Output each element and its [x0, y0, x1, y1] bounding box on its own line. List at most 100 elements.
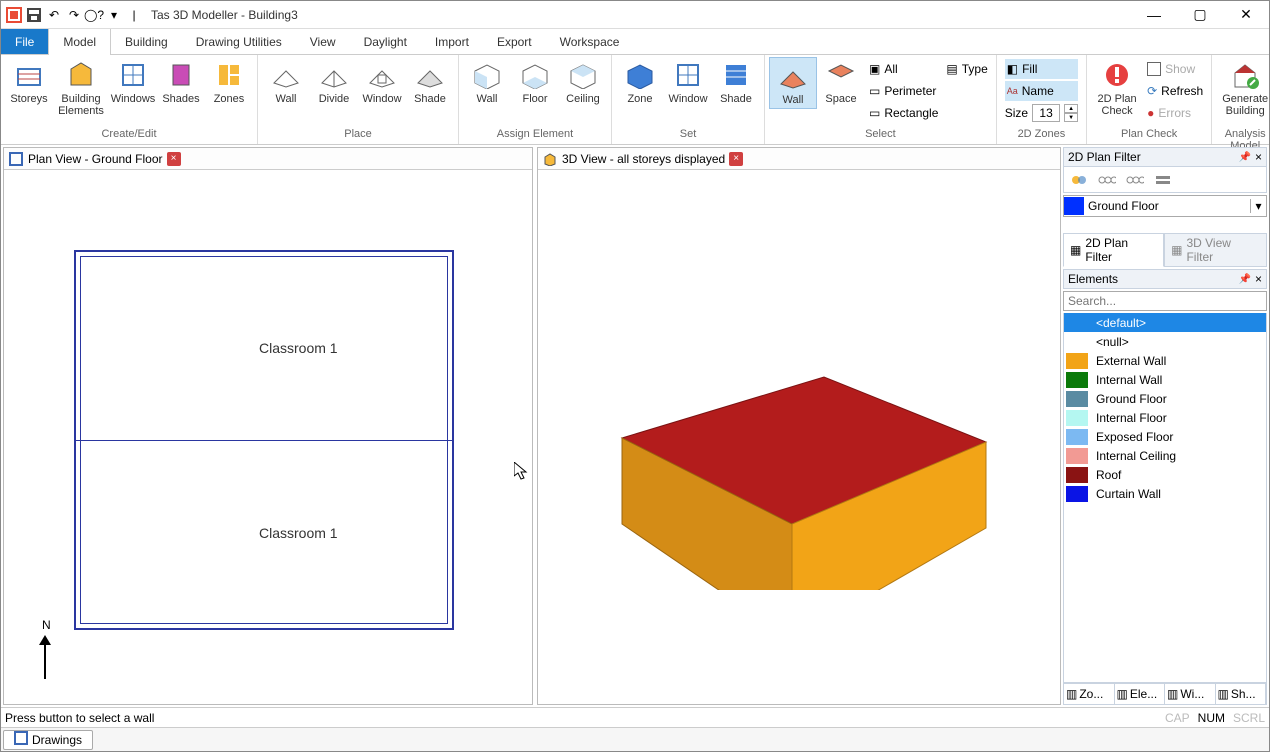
select-rectangle-button[interactable]: ▭Rectangle [869, 103, 938, 123]
floor-selector[interactable]: ▾ [1063, 195, 1267, 217]
tab-workspace[interactable]: Workspace [546, 29, 634, 54]
qat-dropdown-icon[interactable]: ▾ [105, 6, 123, 24]
fill-toggle[interactable]: ◧Fill [1005, 59, 1078, 79]
element-name: Internal Floor [1092, 411, 1167, 425]
mouse-cursor-icon [514, 462, 528, 480]
element-row[interactable]: Ground Floor [1064, 389, 1266, 408]
select-type-button[interactable]: ▤Type [946, 59, 987, 79]
tab-drawing-utilities[interactable]: Drawing Utilities [182, 29, 296, 54]
select-perimeter-button[interactable]: ▭Perimeter [869, 81, 938, 101]
mini-tab-zo[interactable]: ▥Zo... [1064, 684, 1115, 704]
all-icon: ▣ [869, 62, 880, 76]
plan-filter-close-button[interactable]: × [1255, 150, 1262, 164]
place-divide-button[interactable]: Divide [310, 57, 358, 107]
help-icon[interactable]: ◯? [85, 6, 103, 24]
mini-tab-wi[interactable]: ▥Wi... [1165, 684, 1216, 704]
element-name: Roof [1092, 468, 1121, 482]
tab-daylight[interactable]: Daylight [350, 29, 421, 54]
north-arrow-icon [39, 635, 51, 679]
place-window-button[interactable]: Window [358, 57, 406, 107]
tab-2d-plan-filter[interactable]: ▦ 2D Plan Filter [1063, 233, 1164, 267]
element-row[interactable]: Internal Ceiling [1064, 446, 1266, 465]
chevron-down-icon[interactable]: ▾ [1250, 199, 1266, 213]
select-space-button[interactable]: Space [817, 57, 865, 107]
element-row[interactable]: <null> [1064, 332, 1266, 351]
element-name: Internal Wall [1092, 373, 1162, 387]
perimeter-icon: ▭ [869, 84, 880, 98]
maximize-button[interactable]: ▢ [1177, 1, 1223, 29]
assign-ceiling-button[interactable]: Ceiling [559, 57, 607, 107]
close-button[interactable]: ✕ [1223, 1, 1269, 29]
refresh-button[interactable]: ⟳Refresh [1147, 81, 1203, 101]
tab-view[interactable]: View [296, 29, 350, 54]
select-wall-button[interactable]: Wall [769, 57, 817, 109]
errors-icon: ● [1147, 106, 1154, 120]
elements-pin-icon[interactable]: 📌 [1239, 274, 1251, 285]
minimize-button[interactable]: — [1131, 1, 1177, 29]
tab-3d-view-filter[interactable]: ▦ 3D View Filter [1164, 233, 1267, 267]
element-name: Ground Floor [1092, 392, 1167, 406]
elements-search-input[interactable] [1063, 291, 1267, 311]
generate-icon [1229, 59, 1261, 91]
name-icon: Aa [1007, 86, 1018, 96]
windows-button[interactable]: Windows [109, 57, 157, 107]
mini-tab-sh[interactable]: ▥Sh... [1216, 684, 1267, 704]
element-row[interactable]: <default> [1064, 313, 1266, 332]
tab-building[interactable]: Building [111, 29, 182, 54]
drawings-tab[interactable]: Drawings [3, 730, 93, 750]
elements-close-button[interactable]: × [1255, 272, 1262, 286]
plan-canvas[interactable]: Classroom 1 Classroom 1 N [4, 170, 532, 704]
storeys-button[interactable]: Storeys [5, 57, 53, 107]
redo-icon[interactable]: ↷ [65, 6, 83, 24]
filter-tool-3[interactable] [1124, 170, 1146, 190]
building-elements-button[interactable]: Building Elements [53, 57, 109, 119]
tab-import[interactable]: Import [421, 29, 483, 54]
show-toggle[interactable]: Show [1147, 59, 1203, 79]
element-row[interactable]: Curtain Wall [1064, 484, 1266, 503]
plan-check-button[interactable]: 2D Plan Check [1091, 57, 1143, 119]
place-wall-button[interactable]: Wall [262, 57, 310, 107]
file-tab[interactable]: File [1, 29, 48, 54]
element-row[interactable]: Roof [1064, 465, 1266, 484]
plan-view-close-button[interactable]: × [167, 152, 181, 166]
save-icon[interactable] [25, 6, 43, 24]
set-shade-button[interactable]: Shade [712, 57, 760, 107]
zones-button[interactable]: Zones [205, 57, 253, 107]
assign-wall-button[interactable]: Wall [463, 57, 511, 107]
filter-tool-1[interactable] [1068, 170, 1090, 190]
generate-building-button[interactable]: Generate Building [1216, 57, 1270, 119]
assign-ceiling-icon [567, 59, 599, 91]
element-row[interactable]: Exposed Floor [1064, 427, 1266, 446]
undo-icon[interactable]: ↶ [45, 6, 63, 24]
3d-view-close-button[interactable]: × [729, 152, 743, 166]
title-bar: ↶ ↷ ◯? ▾ | Tas 3D Modeller - Building3 —… [1, 1, 1269, 29]
select-all-button[interactable]: ▣All [869, 59, 938, 79]
pin-icon[interactable]: 📌 [1239, 152, 1251, 163]
mini-tab-ele[interactable]: ▥Ele... [1115, 684, 1166, 704]
tab-model[interactable]: Model [48, 29, 111, 55]
name-toggle[interactable]: AaName [1005, 81, 1078, 101]
room-label-1: Classroom 1 [259, 340, 338, 356]
size-input[interactable] [1032, 104, 1060, 122]
errors-button[interactable]: ●Errors [1147, 103, 1203, 123]
size-spinner[interactable]: ▲▼ [1064, 104, 1078, 122]
element-swatch [1066, 486, 1088, 502]
shades-button[interactable]: Shades [157, 57, 205, 107]
3d-canvas[interactable] [538, 170, 1060, 704]
set-window-button[interactable]: Window [664, 57, 712, 107]
tab-export[interactable]: Export [483, 29, 546, 54]
assign-floor-button[interactable]: Floor [511, 57, 559, 107]
element-row[interactable]: External Wall [1064, 351, 1266, 370]
filter-tool-4[interactable] [1152, 170, 1174, 190]
element-row[interactable]: Internal Floor [1064, 408, 1266, 427]
set-window-icon [672, 59, 704, 91]
right-panels: 2D Plan Filter 📌 × ▾ ▦ 2D Plan Filter ▦ … [1063, 147, 1267, 705]
place-shade-button[interactable]: Shade [406, 57, 454, 107]
elements-list[interactable]: <default><null>External Wall Internal Wal… [1063, 313, 1267, 683]
set-zone-button[interactable]: Zone [616, 57, 664, 107]
north-label: N [42, 618, 51, 632]
floor-select-value[interactable] [1084, 199, 1250, 213]
assign-wall-icon [471, 59, 503, 91]
element-row[interactable]: Internal Wall [1064, 370, 1266, 389]
filter-tool-2[interactable] [1096, 170, 1118, 190]
